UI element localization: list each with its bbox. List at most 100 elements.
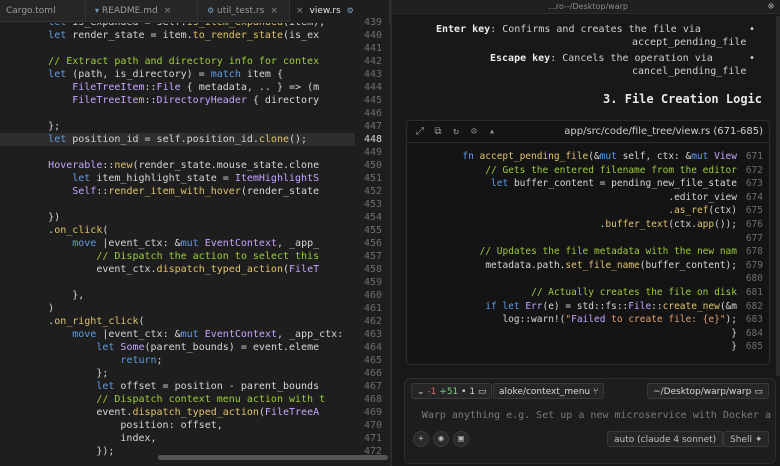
snippet-line-number: 682 xyxy=(745,300,763,312)
tab-label: README.md xyxy=(101,6,158,16)
code-line[interactable]: FileTreeItem::File { metadata, .. } => (… xyxy=(0,81,355,94)
voice-icon[interactable]: ◉ xyxy=(433,431,449,447)
agent-input-box: ⌄ -1 +51 • 1 ▭ aloke/context_menu ⑂ ~/De… xyxy=(404,378,776,464)
code-line[interactable]: Hoverable::new(render_state.mouse_state.… xyxy=(0,159,355,172)
window-title: ...ro--/Desktop/warp xyxy=(548,2,628,11)
line-number: 471 xyxy=(363,433,382,444)
line-number: 464 xyxy=(363,342,382,353)
code-line[interactable]: ) xyxy=(0,302,355,315)
snippet-line-number: 674 xyxy=(745,191,763,203)
diff-file-count: 1 xyxy=(469,387,476,397)
fn-link-cancel[interactable]: cancel_pending_file xyxy=(632,66,746,77)
diff-additions: +51 xyxy=(439,387,459,397)
code-line[interactable]: Self::render_item_with_hover(render_stat… xyxy=(0,185,355,198)
line-number: 465 xyxy=(363,355,382,366)
code-line[interactable]: position: offset, xyxy=(0,419,355,432)
snippet-code-line: } xyxy=(685,327,737,339)
image-icon[interactable]: ▣ xyxy=(453,431,469,447)
agent-prompt-input[interactable] xyxy=(411,407,771,423)
line-number: 441 xyxy=(363,43,382,54)
tab-util-test[interactable]: ⚙ util_test.rs × xyxy=(198,0,290,22)
code-line[interactable]: let render_state = item.to_render_state(… xyxy=(0,29,355,42)
code-line[interactable]: let item_highlight_state = ItemHighlight… xyxy=(0,172,355,185)
snippet-code-line: .buffer_text(ctx.app()); xyxy=(531,219,737,230)
snippet-line-number: 680 xyxy=(745,273,763,285)
snippet-file-path[interactable]: app/src/code/file_tree/view.rs (671-685) xyxy=(564,121,763,143)
line-number: 446 xyxy=(363,108,382,119)
tab-cargo-toml[interactable]: Cargo.toml xyxy=(0,0,86,22)
expand-icon[interactable]: ⤢ xyxy=(413,125,427,139)
tab-readme[interactable]: ▾ README.md × xyxy=(86,0,198,22)
code-line[interactable]: // Dispatch context menu action with t xyxy=(0,393,355,406)
line-number: 469 xyxy=(363,407,382,418)
horizontal-scrollbar[interactable] xyxy=(158,455,388,460)
model-selector[interactable]: auto (claude 4 sonnet) xyxy=(607,431,724,447)
code-line[interactable]: let (path, is_directory) = match item { xyxy=(0,68,355,81)
line-number: 439 xyxy=(363,17,382,28)
snippet-header: ⤢ ⧉ ↻ ⊙ ▴ app/src/code/file_tree/view.rs… xyxy=(407,121,769,143)
shell-toggle[interactable]: Shell ✦ xyxy=(723,431,770,447)
close-icon[interactable]: × xyxy=(270,6,278,16)
attach-icon[interactable]: + xyxy=(413,431,429,447)
code-line[interactable]: event_ctx.dispatch_typed_action(FileT xyxy=(0,263,355,276)
code-line[interactable]: // Dispatch the action to select this xyxy=(0,250,355,263)
directory-chip[interactable]: ~/Desktop/warp/warp ▭ xyxy=(647,383,769,399)
directory-path: ~/Desktop/warp/warp xyxy=(653,387,752,397)
close-icon[interactable]: ⊗ xyxy=(768,1,774,12)
snippet-line-number: 675 xyxy=(745,205,763,217)
section-heading: 3. File Creation Logic xyxy=(603,92,762,106)
input-controls: + ◉ ▣ auto (claude 4 sonnet) Shell ✦ xyxy=(405,431,777,449)
code-line[interactable]: let offset = position - parent_bounds xyxy=(0,380,355,393)
line-number: 456 xyxy=(363,238,382,249)
code-line[interactable]: move |event_ctx: &mut EventContext, _app… xyxy=(0,237,355,250)
code-line[interactable] xyxy=(0,276,355,289)
diff-chip[interactable]: ⌄ -1 +51 • 1 ▭ xyxy=(411,383,493,399)
code-line[interactable]: }; xyxy=(0,120,355,133)
snippet-code-line: let buffer_content = pending_new_file_st… xyxy=(491,178,737,190)
snippet-code-line: .editor_view xyxy=(599,191,737,203)
folder-icon: ▭ xyxy=(754,387,763,397)
code-line[interactable]: let Some(parent_bounds) = event.eleme xyxy=(0,341,355,354)
snippet-code-line: // Actually creates the file on disk xyxy=(531,287,737,298)
code-line[interactable]: let position_id = self.position_id.clone… xyxy=(0,133,355,146)
collapse-icon[interactable]: ▴ xyxy=(485,125,499,139)
branch-chip[interactable]: aloke/context_menu ⑂ xyxy=(493,383,605,399)
code-line[interactable]: // Extract path and directory info for c… xyxy=(0,55,355,68)
code-line[interactable]: }; xyxy=(0,367,355,380)
bullet-enter: Enter key: Confirms and creates the file… xyxy=(436,24,701,35)
shell-label: Shell xyxy=(730,435,752,445)
code-line[interactable]: move |event_ctx: &mut EventContext, _app… xyxy=(0,328,355,341)
context-chip-row: ⌄ -1 +51 • 1 ▭ aloke/context_menu ⑂ ~/De… xyxy=(405,383,777,401)
snippet-line-number: 679 xyxy=(745,259,763,271)
code-line[interactable]: }, xyxy=(0,289,355,302)
chevron-down-icon: ⌄ xyxy=(417,387,425,397)
copy-icon[interactable]: ⧉ xyxy=(431,125,445,139)
snippet-code-line: // Updates the file metadata with the ne… xyxy=(479,246,737,258)
code-line[interactable]: .on_click( xyxy=(0,224,355,237)
line-number: 470 xyxy=(363,420,382,431)
code-line[interactable]: }) xyxy=(0,211,355,224)
code-line[interactable]: return; xyxy=(0,354,355,367)
vertical-scrollbar[interactable] xyxy=(776,16,780,376)
code-area[interactable]: let is_expanded = self.is_item_expanded(… xyxy=(0,23,355,456)
refresh-icon[interactable]: ↻ xyxy=(449,125,463,139)
code-line[interactable] xyxy=(0,42,355,55)
line-number: 450 xyxy=(363,160,382,171)
code-line[interactable]: FileTreeItem::DirectoryHeader { director… xyxy=(0,94,355,107)
code-line[interactable]: .on_right_click( xyxy=(0,315,355,328)
code-line[interactable]: index, xyxy=(0,432,355,445)
code-line[interactable] xyxy=(0,146,355,159)
fn-link-accept[interactable]: accept_pending_file xyxy=(632,37,746,48)
rust-file-icon: ⚙ xyxy=(207,6,215,15)
bullet-text: : Cancels the operation via xyxy=(550,53,713,64)
close-icon[interactable]: × xyxy=(164,6,172,16)
code-line[interactable] xyxy=(0,107,355,120)
code-line[interactable]: event.dispatch_typed_action(FileTreeA xyxy=(0,406,355,419)
line-number: 466 xyxy=(363,368,382,379)
snippet-code-line: log::warn!("Failed to create file: {e}")… xyxy=(433,314,737,326)
diff-deletions: -1 xyxy=(427,387,437,397)
close-icon[interactable]: × xyxy=(296,6,304,16)
settings-icon[interactable]: ⊙ xyxy=(467,125,481,139)
code-line[interactable] xyxy=(0,198,355,211)
branch-name: aloke/context_menu xyxy=(499,387,591,397)
